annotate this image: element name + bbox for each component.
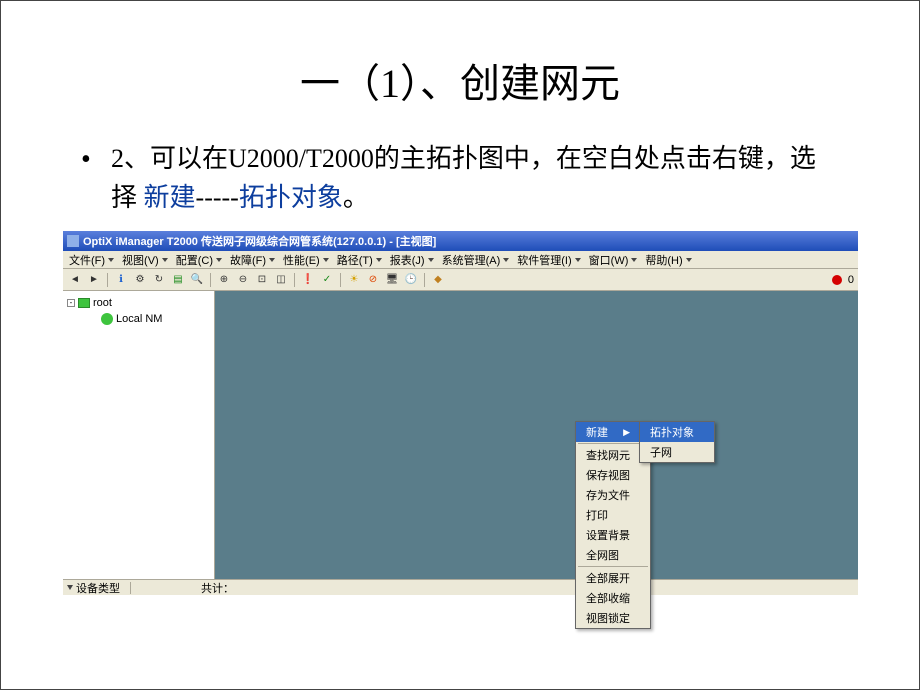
- tree-root-row[interactable]: - root: [67, 295, 210, 311]
- folder-icon: [78, 298, 90, 308]
- menu-system[interactable]: 系统管理(A): [442, 252, 510, 268]
- window-titlebar: OptiX iManager T2000 传送网子网级综合网管系统(127.0.…: [63, 231, 858, 251]
- tool-search-icon[interactable]: 🔍: [189, 272, 205, 288]
- tool-book-icon[interactable]: ◆: [430, 272, 446, 288]
- separator-icon: [424, 273, 425, 287]
- bottom-tab-device-type[interactable]: 设备类型: [67, 580, 120, 596]
- menu-fault[interactable]: 故障(F): [230, 252, 275, 268]
- tool-info-icon[interactable]: ℹ: [113, 272, 129, 288]
- tool-zoom-out-icon[interactable]: ⊖: [235, 272, 251, 288]
- tool-clock-icon[interactable]: 🕒: [403, 272, 419, 288]
- ctx-item-full[interactable]: 全网图: [576, 545, 650, 565]
- ctx-item-lock-view[interactable]: 视图锁定: [576, 608, 650, 628]
- chevron-down-icon: [503, 258, 509, 262]
- embedded-screenshot: OptiX iManager T2000 传送网子网级综合网管系统(127.0.…: [63, 231, 858, 595]
- bottom-pane: 设备类型 共计：: [63, 579, 858, 595]
- chevron-down-icon: [428, 258, 434, 262]
- subctx-topology-object[interactable]: 拓扑对象: [640, 422, 714, 442]
- menu-path[interactable]: 路径(T): [337, 252, 382, 268]
- separator-icon: [130, 582, 131, 594]
- tool-fit-icon[interactable]: ⊡: [254, 272, 270, 288]
- chevron-down-icon: [269, 258, 275, 262]
- alarm-count: 0: [848, 274, 854, 286]
- tree-child-label: Local NM: [116, 313, 162, 325]
- app-icon: [67, 235, 79, 247]
- slide-title: 一（1）、创建网元: [1, 1, 919, 139]
- menubar: 文件(F) 视图(V) 配置(C) 故障(F) 性能(E) 路径(T) 报表(J…: [63, 251, 858, 269]
- menu-help[interactable]: 帮助(H): [645, 252, 691, 268]
- chevron-down-icon: [631, 258, 637, 262]
- tool-zoom-region-icon[interactable]: ◫: [273, 272, 289, 288]
- menu-report[interactable]: 报表(J): [390, 252, 434, 268]
- menu-config[interactable]: 配置(C): [176, 252, 222, 268]
- separator-icon: [107, 273, 108, 287]
- highlight-create: 新建: [144, 183, 196, 212]
- separator-icon: [578, 443, 648, 444]
- topology-canvas[interactable]: 新建 ▶ 查找网元 保存视图 存为文件 打印 设置背景 全网图 全部展开 全部收…: [215, 291, 858, 579]
- tool-zoom-in-icon[interactable]: ⊕: [216, 272, 232, 288]
- bullet-dashes: -----: [196, 183, 239, 212]
- chevron-down-icon: [162, 258, 168, 262]
- chevron-down-icon: [67, 585, 73, 590]
- tool-gear-icon[interactable]: ⚙: [132, 272, 148, 288]
- tool-arrow-right-icon[interactable]: ►: [86, 272, 102, 288]
- chevron-down-icon: [323, 258, 329, 262]
- chevron-down-icon: [376, 258, 382, 262]
- tool-stop-icon[interactable]: ⊘: [365, 272, 381, 288]
- tree-panel: - root Local NM: [63, 291, 215, 579]
- toolbar: ◄ ► ℹ ⚙ ↻ ▤ 🔍 ⊕ ⊖ ⊡ ◫ ❗ ✓ ☀ ⊘ 🖥 🕒 ◆ 0: [63, 269, 858, 291]
- alarm-indicator-icon: [832, 275, 842, 285]
- tool-arrow-left-icon[interactable]: ◄: [67, 272, 83, 288]
- ctx-item-bg[interactable]: 设置背景: [576, 525, 650, 545]
- separator-icon: [578, 566, 648, 567]
- submenu-arrow-icon: ▶: [623, 427, 630, 438]
- ctx-item-collapse-all[interactable]: 全部收缩: [576, 588, 650, 608]
- bottom-total-label: 共计：: [201, 580, 234, 596]
- tree-child-row[interactable]: Local NM: [67, 311, 210, 327]
- tool-sun-icon[interactable]: ☀: [346, 272, 362, 288]
- ctx-item-expand-all[interactable]: 全部展开: [576, 568, 650, 588]
- tool-refresh-icon[interactable]: ↻: [151, 272, 167, 288]
- separator-icon: [210, 273, 211, 287]
- highlight-topo-object: 拓扑对象: [239, 183, 343, 212]
- tool-monitor-icon[interactable]: 🖥: [384, 272, 400, 288]
- ctx-item-save-as[interactable]: 存为文件: [576, 485, 650, 505]
- sub-context-menu: 拓扑对象 子网: [639, 421, 715, 463]
- bullet-period: 。: [343, 183, 369, 212]
- chevron-down-icon: [108, 258, 114, 262]
- tool-exclaim-icon[interactable]: ❗: [300, 272, 316, 288]
- workspace: - root Local NM 新建 ▶ 查找网元 保存视图 存为文件: [63, 291, 858, 579]
- bullet-item: 2、可以在U2000/T2000的主拓扑图中，在空白处点击右键，选择 新建---…: [81, 139, 839, 217]
- globe-icon: [101, 313, 113, 325]
- tool-check-icon[interactable]: ✓: [319, 272, 335, 288]
- separator-icon: [294, 273, 295, 287]
- subctx-subnet[interactable]: 子网: [640, 442, 714, 462]
- menu-file[interactable]: 文件(F): [69, 252, 114, 268]
- chevron-down-icon: [216, 258, 222, 262]
- menu-view[interactable]: 视图(V): [122, 252, 168, 268]
- chevron-down-icon: [575, 258, 581, 262]
- ctx-item-save-view[interactable]: 保存视图: [576, 465, 650, 485]
- menu-software[interactable]: 软件管理(I): [517, 252, 580, 268]
- menu-window[interactable]: 窗口(W): [589, 252, 638, 268]
- tool-chart-icon[interactable]: ▤: [170, 272, 186, 288]
- toolbar-right: 0: [832, 274, 854, 286]
- collapse-icon[interactable]: -: [67, 299, 75, 307]
- ctx-item-print[interactable]: 打印: [576, 505, 650, 525]
- menu-performance[interactable]: 性能(E): [283, 252, 329, 268]
- chevron-down-icon: [686, 258, 692, 262]
- tree-root-label: root: [93, 297, 112, 309]
- window-title-text: OptiX iManager T2000 传送网子网级综合网管系统(127.0.…: [83, 233, 436, 249]
- separator-icon: [340, 273, 341, 287]
- slide-body: 2、可以在U2000/T2000的主拓扑图中，在空白处点击右键，选择 新建---…: [1, 139, 919, 217]
